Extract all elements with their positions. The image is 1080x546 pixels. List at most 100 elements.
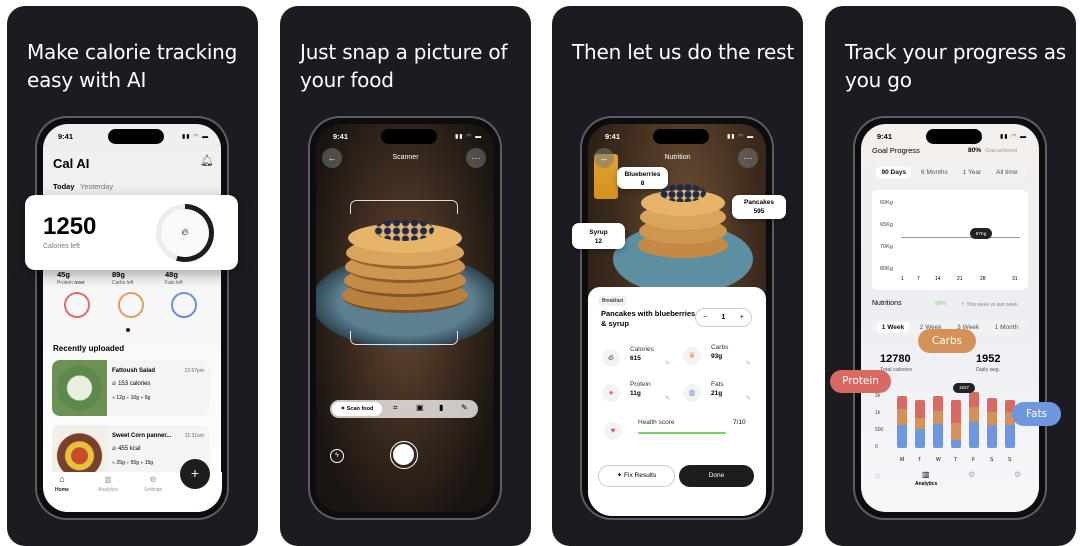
tab-1-week[interactable]: 1 Week: [876, 322, 910, 333]
y-tick-label: 80Kg: [880, 266, 893, 272]
nav-analytics[interactable]: Analytics: [88, 487, 128, 493]
flash-icon[interactable]: ϟ: [330, 449, 344, 463]
wheat-icon: ❦: [683, 347, 701, 365]
bar-fats-5: [987, 425, 997, 448]
scan-food-button[interactable]: ✦ Scan food: [332, 402, 382, 416]
y-tick-label: 65Kg: [880, 222, 893, 228]
status-icons: ▮▮ ◠ ▬: [727, 134, 755, 140]
goal-percent: 80%: [968, 147, 982, 154]
weight-line: [901, 237, 1020, 238]
image-icon[interactable]: ▣: [416, 403, 424, 412]
nutritions-title: Nutritions: [872, 300, 902, 307]
x-tick-label: 31: [1012, 276, 1018, 282]
settings-icon[interactable]: ⚙︎: [1014, 470, 1021, 479]
heart-icon: ♥: [604, 422, 622, 440]
pancake-stack: [638, 184, 728, 264]
pencil-icon[interactable]: ✎: [746, 395, 751, 402]
food-image: [52, 360, 107, 416]
minus-icon[interactable]: −: [703, 314, 707, 321]
tab-today[interactable]: Today: [53, 182, 75, 191]
daily-avg-label: Daily avg.: [976, 367, 1001, 373]
x-tick-label: 14: [935, 276, 941, 282]
health-score-value: 7/10: [733, 419, 746, 426]
nav-settings[interactable]: Settings: [133, 487, 173, 493]
pencil-icon[interactable]: ✎: [461, 403, 468, 412]
nutrient-label: Carbs: [711, 344, 729, 351]
tab-90-days[interactable]: 90 Days: [876, 167, 912, 178]
legend-carbs: Carbs: [918, 329, 976, 353]
health-score-label: Health score: [638, 419, 675, 426]
analytics-icon[interactable]: ▥: [88, 475, 128, 484]
bell-icon[interactable]: 🔔︎: [200, 154, 214, 167]
tab-yesterday[interactable]: Yesterday: [80, 182, 113, 191]
meal-tag: Breakfast: [598, 296, 628, 306]
y-tick-label: 1k: [875, 410, 881, 416]
plus-icon[interactable]: +: [740, 314, 744, 321]
recent-title: Recently uploaded: [53, 344, 125, 353]
more-button[interactable]: ···: [466, 148, 486, 168]
nutrient-value: 21g: [711, 390, 723, 397]
quantity-stepper[interactable]: −1 +: [695, 308, 752, 327]
bar-carbs-0: [897, 409, 907, 425]
oil-icon: ◍: [683, 384, 701, 402]
nav-home[interactable]: Home: [42, 487, 82, 493]
tab-1-month[interactable]: 1 Month: [990, 322, 1024, 333]
food-macros: ● 12g ● 10g ● 5g: [112, 395, 151, 401]
meal-title: Pancakes with blueberries & syrup: [601, 309, 696, 328]
macro-protein-value: 45g: [57, 270, 70, 279]
nutrient-label: Fats: [711, 381, 724, 388]
carbs-ring: [118, 292, 144, 318]
health-score-bar: [638, 432, 726, 434]
settings-icon[interactable]: ⚙︎: [968, 470, 975, 479]
legend-protein: Protein: [830, 370, 891, 393]
label-icon[interactable]: ▮: [439, 403, 443, 412]
more-button[interactable]: ···: [738, 148, 758, 168]
y-tick-label: 0: [875, 444, 878, 450]
scan-toolbar: ✦ Scan food ⌗ ▣ ▮ ✎: [330, 400, 478, 418]
tab-all-time[interactable]: All time: [991, 167, 1022, 178]
nutritions-percent: 90%: [935, 301, 947, 307]
pencil-icon[interactable]: ✎: [665, 395, 670, 402]
page-dot[interactable]: [126, 328, 130, 332]
home-icon[interactable]: ⌂: [875, 471, 880, 480]
fats-ring: [171, 292, 197, 318]
x-tick-label: 1: [901, 276, 904, 282]
x-tick-label: T: [918, 457, 922, 463]
focus-frame: [350, 200, 458, 345]
x-tick-label: 28: [980, 276, 986, 282]
barcode-icon[interactable]: ⌗: [393, 403, 398, 413]
y-tick-label: 2k: [875, 393, 881, 399]
bar-carbs-3: [951, 422, 961, 440]
food-label-blueberries: Blueberries 8: [617, 167, 668, 189]
food-calories: 🔥︎ 153 calories: [112, 381, 151, 387]
macro-fats-label: Fats left: [165, 280, 183, 286]
done-button[interactable]: Done: [679, 465, 754, 487]
nutrient-value: 615: [630, 355, 641, 362]
pencil-icon[interactable]: ✎: [665, 360, 670, 367]
food-macros: ● 25g ● 55g ● 15g: [112, 460, 154, 466]
headline: Track your progress as you go: [845, 40, 1066, 92]
list-item[interactable]: Fattoush Salad 12:57pm 🔥︎ 153 calories ●…: [52, 360, 210, 416]
shutter-button[interactable]: [390, 441, 418, 469]
nutritions-note: ⇡ This week vs last week: [961, 302, 1018, 308]
bar-fats-3: [951, 439, 961, 448]
settings-icon[interactable]: ⚙︎: [133, 475, 173, 484]
fix-results-button[interactable]: ✦ Fix Results: [598, 465, 675, 487]
tab-6-months[interactable]: 6 Months: [916, 167, 953, 178]
tab-1-year[interactable]: 1 Year: [958, 167, 986, 178]
bar-carbs-1: [915, 418, 925, 430]
flame-icon: 🔥︎: [161, 209, 209, 257]
nutrition-bar-chart: 0 500 1k 2k M T W T F S S: [875, 386, 1035, 466]
pencil-icon[interactable]: ✎: [746, 360, 751, 367]
analytics-icon[interactable]: ▥: [922, 470, 930, 479]
daily-avg-value: 1952: [976, 353, 1001, 365]
weight-chart: 60Kg 65Kg 70Kg 80Kg 67Kg 1 7 14 21 28 31: [872, 190, 1028, 290]
add-button[interactable]: +: [180, 459, 210, 489]
food-time: 12:57pm: [184, 368, 204, 374]
nav-analytics[interactable]: Analytics: [915, 481, 937, 487]
home-icon[interactable]: ⌂: [42, 474, 82, 484]
food-name: Sweet Corn panner...: [112, 433, 172, 439]
nutrient-label: Protein: [630, 381, 651, 388]
status-time: 9:41: [877, 132, 893, 141]
panel-calorie-tracking: Make calorie tracking easy with AI 9:41 …: [7, 6, 258, 546]
